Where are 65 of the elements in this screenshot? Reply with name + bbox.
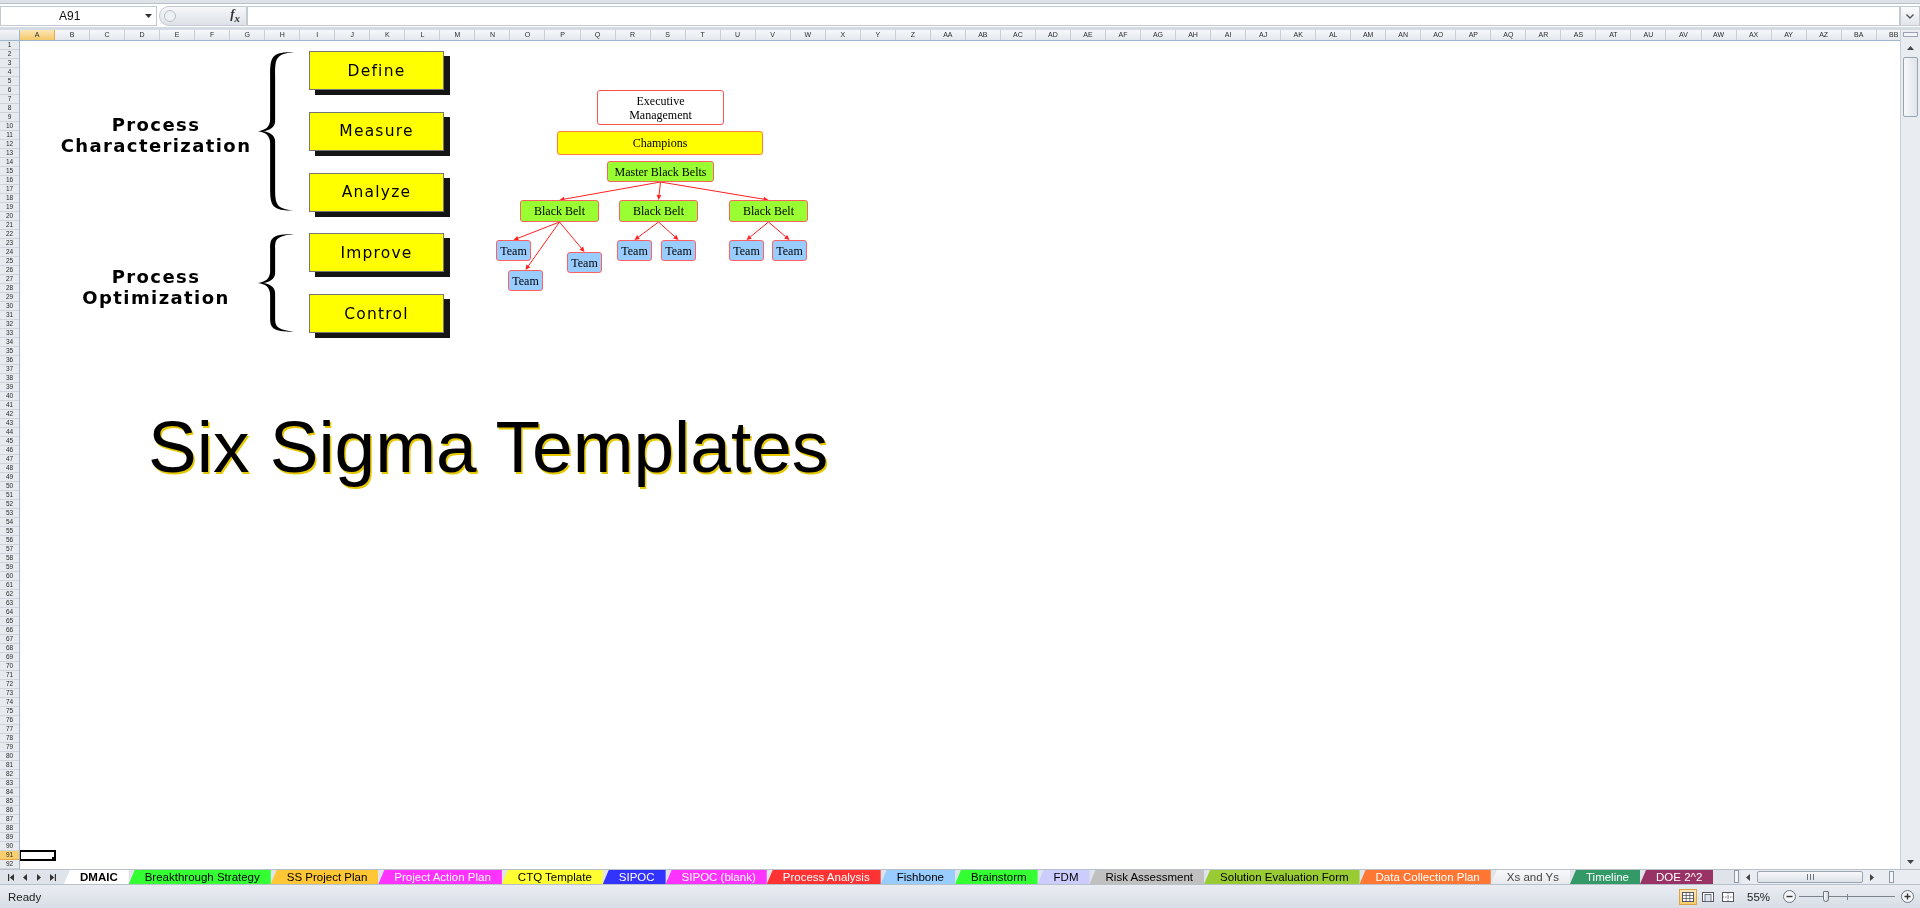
minus-icon bbox=[1783, 890, 1796, 903]
circle-handle-icon[interactable] bbox=[164, 10, 176, 22]
team-node: Team bbox=[729, 240, 764, 261]
page-icon bbox=[1702, 891, 1714, 902]
up-triangle-icon bbox=[1907, 45, 1914, 50]
slider-thumb[interactable] bbox=[1822, 890, 1829, 902]
sheet-tab[interactable]: Brainstorm bbox=[955, 870, 1038, 884]
caret-icon bbox=[145, 14, 152, 18]
team-node: Team bbox=[772, 240, 807, 261]
page-break-icon bbox=[1722, 891, 1734, 902]
sheet-tab[interactable]: Process Analysis bbox=[766, 870, 881, 884]
tab-split-handle[interactable] bbox=[1734, 870, 1739, 883]
sheet-tab[interactable]: CTQ Template bbox=[501, 870, 603, 884]
sheet-tab[interactable]: SIPOC bbox=[602, 870, 666, 884]
formula-input[interactable] bbox=[247, 6, 1900, 26]
zoom-in-button[interactable] bbox=[1901, 890, 1914, 903]
selected-cell[interactable] bbox=[20, 850, 57, 861]
org-chart-node: Executive Management bbox=[597, 90, 724, 125]
grip-icon bbox=[1806, 874, 1814, 880]
down-triangle-icon bbox=[1907, 859, 1914, 864]
skip-end-icon bbox=[50, 873, 56, 881]
team-node: Team bbox=[496, 240, 531, 261]
zoom-out-button[interactable] bbox=[1783, 890, 1796, 903]
team-node: Team bbox=[567, 252, 602, 273]
scrollbar-thumb[interactable] bbox=[1757, 871, 1863, 883]
team-node: Team bbox=[617, 240, 652, 261]
normal-view-button[interactable] bbox=[1679, 888, 1697, 905]
sheet-tab[interactable]: Solution Evaluation Form bbox=[1204, 870, 1360, 884]
right-triangle-icon bbox=[1870, 873, 1874, 881]
plus-icon bbox=[1901, 890, 1914, 903]
org-chart-node: Black Belt bbox=[729, 200, 808, 222]
sheet-tab[interactable]: Timeline bbox=[1570, 870, 1640, 884]
sheet-tab[interactable]: FDM bbox=[1037, 870, 1090, 884]
team-node: Team bbox=[661, 240, 696, 261]
connector-arrow bbox=[658, 221, 679, 240]
left-triangle-icon bbox=[1746, 873, 1750, 881]
sheet-tab[interactable]: SS Project Plan bbox=[270, 870, 379, 884]
group-label: Process Characterization bbox=[59, 114, 253, 157]
insert-function-button[interactable]: f$_{x}$ bbox=[230, 7, 240, 25]
left-triangle-icon bbox=[23, 873, 27, 881]
sheet-tab[interactable]: Xs and Ys bbox=[1490, 870, 1570, 884]
grid-icon bbox=[1682, 891, 1694, 902]
org-chart-node: Champions bbox=[557, 131, 763, 155]
name-box[interactable]: A91 bbox=[0, 6, 157, 26]
sheet-tab[interactable]: DMAIC bbox=[64, 870, 129, 884]
sheet-tab[interactable]: DOE 2^2 bbox=[1640, 870, 1714, 884]
zoom-slider[interactable] bbox=[1799, 890, 1895, 903]
status-text: Ready bbox=[8, 890, 42, 903]
skip-start-icon bbox=[8, 873, 14, 881]
org-chart-node: Master Black Belts bbox=[607, 161, 714, 182]
chevron-down-icon bbox=[1906, 13, 1914, 19]
right-triangle-icon bbox=[37, 873, 41, 881]
sheet-tab[interactable]: Breakthrough Strategy bbox=[128, 870, 271, 884]
connector-arrow bbox=[746, 221, 769, 240]
group-label: Process Optimization bbox=[81, 266, 231, 309]
team-node: Team bbox=[508, 270, 543, 291]
org-chart-node: Black Belt bbox=[520, 200, 599, 222]
split-box[interactable] bbox=[1889, 871, 1894, 883]
connector-arrow bbox=[768, 221, 790, 240]
connector-arrow bbox=[634, 221, 659, 240]
org-chart-node: Black Belt bbox=[619, 200, 698, 222]
sheet-tab[interactable]: Fishbone bbox=[880, 870, 955, 884]
scrollbar-thumb[interactable] bbox=[1903, 57, 1918, 117]
zoom-level-button[interactable]: 55% bbox=[1747, 890, 1775, 903]
sheet-tab[interactable]: Risk Assessment bbox=[1089, 870, 1205, 884]
